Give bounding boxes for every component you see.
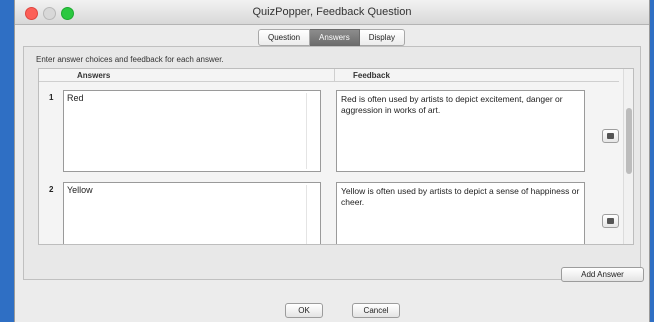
tab-bar: Question Answers Display [258, 29, 405, 46]
feedback-input[interactable]: Yellow is often used by artists to depic… [336, 182, 585, 244]
answers-panel: Enter answer choices and feedback for ea… [23, 46, 644, 282]
feedback-input[interactable]: Red is often used by artists to depict e… [336, 90, 585, 172]
delete-answer-button[interactable] [602, 129, 619, 143]
answer-text: Yellow [67, 185, 93, 195]
answers-column-header: Answers [39, 69, 335, 82]
tab-answers[interactable]: Answers [310, 29, 360, 46]
cancel-button[interactable]: Cancel [352, 303, 400, 318]
answer-input[interactable]: Yellow [63, 182, 321, 244]
table-scrollbar[interactable] [623, 69, 633, 244]
ok-button[interactable]: OK [285, 303, 323, 318]
row-number: 2 [49, 185, 54, 194]
answers-table: Answers Feedback 1 Red Red is often used… [38, 68, 634, 245]
answer-input[interactable]: Red [63, 90, 321, 172]
instruction-text: Enter answer choices and feedback for ea… [36, 55, 224, 64]
add-answer-button[interactable]: Add Answer [561, 267, 644, 282]
window-title: QuizPopper, Feedback Question [252, 6, 412, 18]
row-number: 1 [49, 93, 54, 102]
trash-icon [607, 218, 614, 224]
trash-icon [607, 133, 614, 139]
tab-question[interactable]: Question [258, 29, 311, 46]
title-bar: QuizPopper, Feedback Question [15, 0, 649, 25]
tab-display[interactable]: Display [359, 29, 405, 46]
answer-scroll-track [306, 93, 317, 169]
dialog-window: QuizPopper, Feedback Question Question A… [14, 0, 650, 322]
answer-scroll-track [306, 185, 317, 244]
feedback-column-header: Feedback [335, 69, 619, 82]
delete-answer-button[interactable] [602, 214, 619, 228]
scroll-thumb[interactable] [626, 108, 632, 174]
answer-text: Red [67, 93, 84, 103]
